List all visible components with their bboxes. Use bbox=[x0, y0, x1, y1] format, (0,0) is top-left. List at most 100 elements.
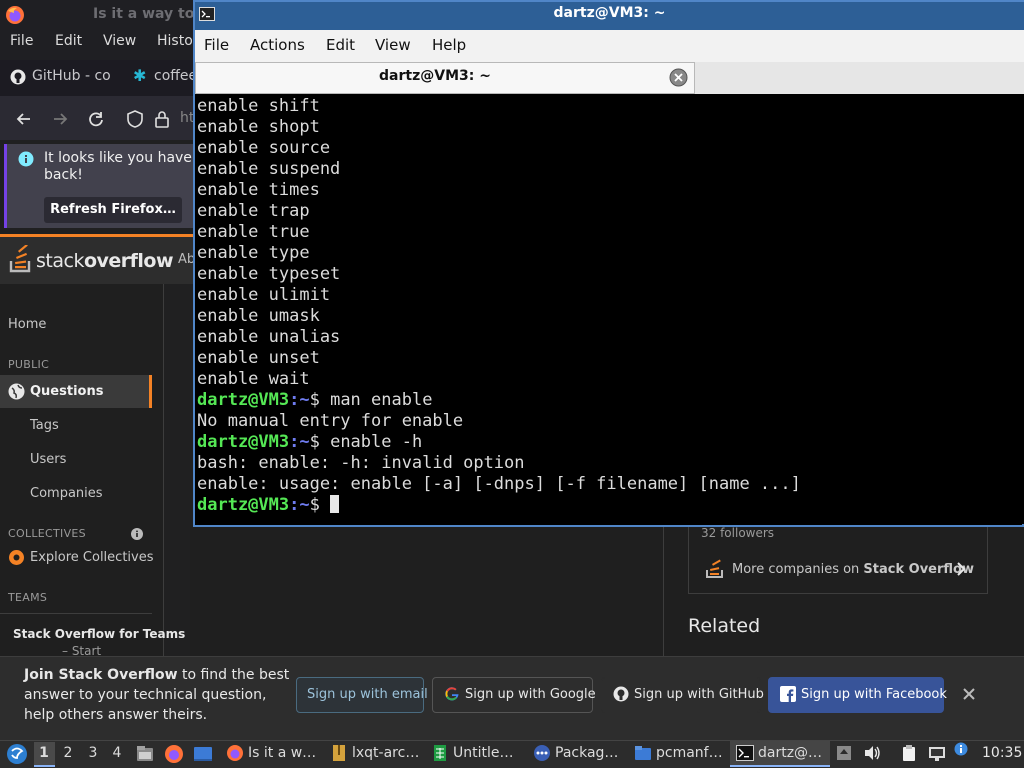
back-icon[interactable] bbox=[14, 109, 34, 129]
banner-bold: Join Stack Overflow bbox=[24, 667, 178, 683]
firefox-tab-coffee[interactable]: coffee bbox=[154, 68, 197, 84]
tray-updates-icon[interactable] bbox=[836, 745, 852, 761]
tracking-shield-icon[interactable] bbox=[126, 109, 144, 129]
task-terminal-icon bbox=[736, 745, 754, 761]
terminal-line: enable unset bbox=[197, 348, 320, 368]
so-more-companies-link[interactable]: More companies on Stack Overflow bbox=[732, 562, 974, 577]
so-nav-tags[interactable]: Tags bbox=[30, 418, 59, 433]
prompt-path: :~ bbox=[289, 390, 310, 410]
workspace-3[interactable]: 3 bbox=[83, 745, 103, 761]
so-related-heading: Related bbox=[688, 615, 761, 637]
signup-google-label: Sign up with Google bbox=[465, 687, 596, 702]
task-untitled[interactable]: Untitle… bbox=[453, 741, 523, 767]
info-icon bbox=[18, 151, 34, 167]
terminal-line: enable shopt bbox=[197, 117, 320, 137]
task-packages-icon bbox=[533, 744, 551, 762]
prompt-user: dartz@VM3 bbox=[197, 495, 290, 515]
terminal-menu-view[interactable]: View bbox=[375, 36, 411, 54]
signup-facebook-label: Sign up with Facebook bbox=[801, 687, 947, 702]
workspace-2[interactable]: 2 bbox=[58, 745, 78, 761]
so-nav-home[interactable]: Home bbox=[8, 317, 46, 332]
stackoverflow-wordmark[interactable]: stackoverflow bbox=[36, 250, 174, 272]
so-companies-icon bbox=[705, 557, 725, 579]
terminal-line: enable shift bbox=[197, 96, 320, 116]
terminal-line: enable trap bbox=[197, 201, 310, 221]
workspace-1[interactable]: 1 bbox=[34, 745, 54, 761]
so-nav-public-header: PUBLIC bbox=[8, 358, 50, 371]
task-terminal[interactable]: dartz@… bbox=[758, 741, 828, 767]
globe-icon bbox=[8, 383, 25, 400]
lock-icon bbox=[154, 109, 170, 129]
terminal-lines: enable shift enable shopt enable source ena… bbox=[197, 96, 801, 516]
notification-info-icon[interactable] bbox=[954, 742, 968, 756]
reload-icon[interactable] bbox=[86, 109, 106, 129]
task-pcmanfm[interactable]: pcmanf… bbox=[656, 741, 726, 767]
terminal-line: enable true bbox=[197, 222, 310, 242]
more-companies-prefix: More companies on bbox=[732, 562, 864, 577]
terminal-line: enable ulimit bbox=[197, 285, 331, 305]
signup-email-button[interactable]: Sign up with email bbox=[296, 677, 428, 713]
firefox-menu-file[interactable]: File bbox=[10, 33, 33, 49]
taskbar-clock[interactable]: 10:35 bbox=[982, 745, 1022, 761]
prompt-user: dartz@VM3 bbox=[197, 432, 290, 452]
so-nav-collectives-header: COLLECTIVES bbox=[8, 527, 86, 540]
terminal-line: dartz@VM3:~$ bbox=[197, 495, 801, 516]
firefox-launcher-icon[interactable] bbox=[164, 744, 184, 764]
terminal-cursor bbox=[330, 495, 340, 513]
workspace-4[interactable]: 4 bbox=[107, 745, 127, 761]
task-firefox[interactable]: Is it a w… bbox=[248, 741, 332, 767]
file-manager-launcher-icon[interactable] bbox=[135, 744, 155, 764]
network-icon[interactable] bbox=[928, 744, 946, 762]
terminal-line: bash: enable: -h: invalid option bbox=[197, 453, 525, 473]
desktop-launcher-icon[interactable] bbox=[193, 744, 213, 764]
terminal-menu-file[interactable]: File bbox=[204, 36, 229, 54]
stackoverflow-logo-icon[interactable] bbox=[8, 245, 34, 273]
so-nav-users[interactable]: Users bbox=[30, 452, 66, 467]
terminal-line: enable source bbox=[197, 138, 331, 158]
firefox-tab-github[interactable]: GitHub - co bbox=[32, 68, 111, 84]
github-icon bbox=[10, 69, 26, 85]
terminal-menu-actions[interactable]: Actions bbox=[250, 36, 305, 54]
prompt-command: $ enable -h bbox=[309, 432, 423, 452]
task-pcmanfm-icon bbox=[634, 744, 652, 762]
tab-close-icon[interactable] bbox=[669, 68, 688, 87]
so-nav-companies[interactable]: Companies bbox=[30, 486, 103, 501]
prompt-path: :~ bbox=[289, 495, 310, 515]
terminal-window-title: dartz@VM3: ~ bbox=[553, 5, 666, 21]
terminal-menu-help[interactable]: Help bbox=[432, 36, 466, 54]
task-spreadsheet-icon bbox=[431, 744, 449, 762]
refresh-firefox-button[interactable]: Refresh Firefox… bbox=[44, 197, 182, 223]
terminal-line: enable type bbox=[197, 243, 310, 263]
close-banner-icon[interactable] bbox=[962, 687, 976, 701]
wordmark-bold: overflow bbox=[83, 250, 174, 272]
task-lxqt-archiver[interactable]: lxqt-arc… bbox=[352, 741, 424, 767]
so-nav-explore-collectives[interactable]: Explore Collectives bbox=[30, 550, 154, 565]
so-nav-questions[interactable]: Questions bbox=[30, 384, 103, 399]
firefox-menu-view[interactable]: View bbox=[103, 33, 136, 49]
forward-icon[interactable] bbox=[50, 109, 70, 129]
terminal-line: No manual entry for enable bbox=[197, 411, 464, 431]
prompt-command: $ man enable bbox=[309, 390, 433, 410]
so-nav-teams-header: TEAMS bbox=[8, 591, 48, 604]
signup-github-label: Sign up with GitHub bbox=[634, 687, 764, 702]
firefox-menu-edit[interactable]: Edit bbox=[55, 33, 82, 49]
terminal-line: enable unalias bbox=[197, 327, 341, 347]
firefox-window-title: Is it a way to bbox=[93, 6, 195, 22]
volume-icon[interactable] bbox=[864, 745, 882, 761]
terminal-line: enable wait bbox=[197, 369, 310, 389]
task-packages[interactable]: Packag… bbox=[555, 741, 627, 767]
clipboard-icon[interactable] bbox=[900, 744, 918, 762]
terminal-output[interactable]: enable shift enable shopt enable source ena… bbox=[195, 94, 1024, 524]
start-menu-icon[interactable] bbox=[6, 743, 28, 765]
terminal-line: dartz@VM3:~$ man enable bbox=[197, 390, 801, 411]
so-teams-item[interactable]: Stack Overflow for Teams bbox=[13, 627, 185, 641]
collectives-info-icon[interactable] bbox=[131, 528, 143, 540]
terminal-menu-edit[interactable]: Edit bbox=[326, 36, 355, 54]
github-signup-icon bbox=[613, 686, 629, 702]
task-firefox-icon bbox=[226, 744, 244, 762]
so-column-divider bbox=[663, 520, 664, 656]
firefox-menu-history[interactable]: Histo bbox=[157, 33, 193, 49]
so-followers-count: 32 followers bbox=[701, 526, 775, 540]
terminal-line: enable times bbox=[197, 180, 320, 200]
task-archiver-icon bbox=[330, 744, 348, 762]
